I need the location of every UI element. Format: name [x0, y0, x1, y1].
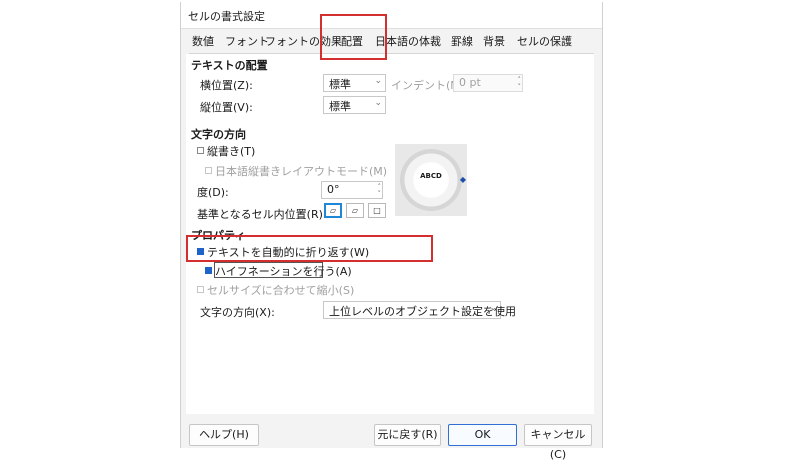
- highlight-box-alignment-tab: [320, 14, 387, 60]
- highlight-box-wrap-text: [186, 235, 433, 262]
- title-bar: セルの書式設定: [181, 2, 602, 29]
- tab-numbers[interactable]: 数値: [192, 33, 214, 49]
- horizontal-select[interactable]: 標準 ⌄: [323, 74, 386, 92]
- spin-down-icon[interactable]: ˅: [518, 83, 522, 91]
- vertical-select[interactable]: 標準 ⌄: [323, 96, 386, 114]
- alignment-panel: テキストの配置 横位置(Z): 標準 ⌄ インデント(N): 0 pt ˄ ˅ …: [186, 54, 594, 414]
- degrees-value: 0°: [327, 183, 340, 196]
- reference-edge-top-button[interactable]: ▱: [346, 203, 364, 218]
- dial-handle-icon[interactable]: ◆: [460, 175, 466, 184]
- tab-font[interactable]: フォント: [225, 33, 269, 49]
- asian-layout-checkbox[interactable]: [205, 167, 212, 174]
- vertical-stacked-label: 縦書き(T): [207, 145, 256, 158]
- direction-value: 上位レベルのオブジェクト設定を使用: [329, 305, 516, 318]
- orientation-dial[interactable]: ABCD ◆: [395, 144, 467, 216]
- vertical-stacked-checkbox[interactable]: [197, 147, 204, 154]
- hyphenation-checkbox[interactable]: [205, 267, 212, 274]
- reset-button[interactable]: 元に戻す(R): [374, 424, 441, 446]
- spin-down-icon[interactable]: ˅: [378, 190, 382, 198]
- shrink-checkbox[interactable]: [197, 286, 204, 293]
- reference-edge-bottom-button[interactable]: ▱: [324, 203, 342, 218]
- chevron-down-icon: ⌄: [374, 98, 382, 108]
- chevron-down-icon: ⌄: [489, 303, 497, 313]
- cancel-button[interactable]: キャンセル(C): [524, 424, 592, 461]
- tab-background[interactable]: 背景: [483, 33, 505, 49]
- indent-spinner[interactable]: 0 pt ˄ ˅: [453, 74, 523, 92]
- direction-label: 文字の方向(X):: [200, 306, 275, 319]
- reference-edge-label: 基準となるセル内位置(R):: [197, 208, 327, 221]
- format-cells-dialog: セルの書式設定 数値 フォント フォントの効果 配置 日本語の体裁 罫線 背景 …: [180, 2, 603, 461]
- vertical-value: 標準: [329, 100, 351, 113]
- hyphenation-label: ハイフネーションを行う(A): [215, 265, 352, 278]
- text-direction-heading: 文字の方向: [191, 128, 246, 141]
- shrink-label: セルサイズに合わせて縮小(S): [207, 284, 355, 297]
- horizontal-value: 標準: [329, 78, 351, 91]
- reference-edge-inside-button[interactable]: □: [368, 203, 386, 218]
- ok-button[interactable]: OK: [448, 424, 517, 446]
- tab-strip: 数値 フォント フォントの効果 配置 日本語の体裁 罫線 背景 セルの保護: [181, 29, 602, 53]
- tab-cell-protection[interactable]: セルの保護: [517, 33, 572, 49]
- dial-text: ABCD: [420, 172, 442, 180]
- window-title: セルの書式設定: [188, 10, 265, 23]
- indent-value: 0 pt: [459, 76, 481, 89]
- asian-layout-label: 日本語縦書きレイアウトモード(M): [215, 165, 388, 178]
- vertical-label: 縦位置(V):: [200, 101, 253, 114]
- dial-disc: [400, 149, 462, 211]
- direction-select[interactable]: 上位レベルのオブジェクト設定を使用 ⌄: [323, 301, 516, 319]
- tab-borders[interactable]: 罫線: [451, 33, 473, 49]
- text-alignment-heading: テキストの配置: [191, 59, 268, 72]
- degrees-spinner[interactable]: 0° ˄ ˅: [321, 181, 383, 199]
- horizontal-label: 横位置(Z):: [200, 79, 253, 92]
- chevron-down-icon: ⌄: [374, 76, 382, 86]
- degrees-label: 度(D):: [197, 186, 229, 199]
- help-button[interactable]: ヘルプ(H): [189, 424, 259, 446]
